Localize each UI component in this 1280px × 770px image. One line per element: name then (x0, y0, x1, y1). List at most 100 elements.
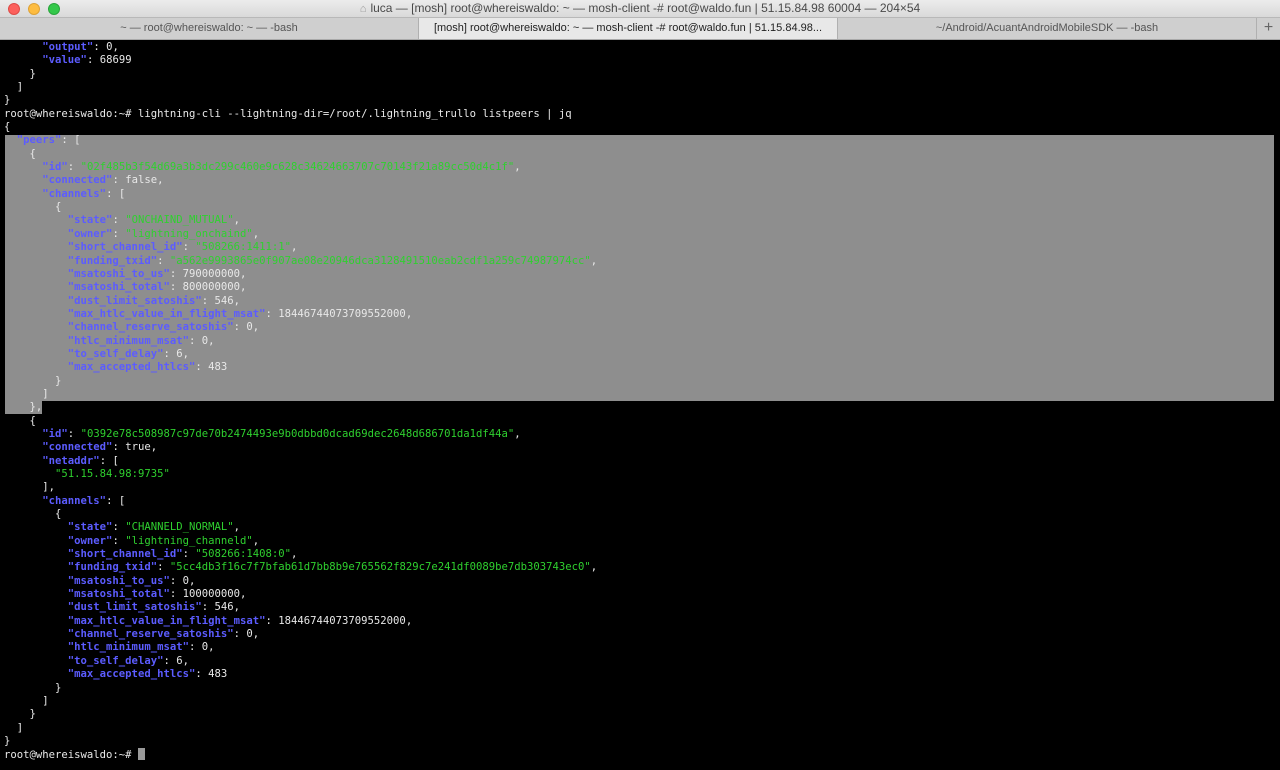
terminal-text: : (112, 534, 126, 547)
terminal-text: , (590, 561, 598, 574)
terminal-text: : 0, (188, 641, 215, 654)
terminal-line: "msatoshi_to_us": 0, (4, 575, 597, 588)
terminal-text: : 0, (188, 334, 215, 347)
terminal-line: { (4, 201, 597, 214)
terminal-text: : (67, 161, 81, 174)
json-key: "max_accepted_htlcs" (67, 361, 196, 374)
terminal-output[interactable]: "output": 0, "value": 68699 } ]} root@whe… (0, 40, 1280, 770)
terminal-line: "msatoshi_total": 100000000, (4, 588, 597, 601)
json-key: "channel_reserve_satoshis" (67, 321, 234, 334)
new-tab-button[interactable]: + (1257, 18, 1280, 39)
terminal-line: "short_channel_id": "508266:1411:1", (4, 241, 597, 254)
terminal-line: "to_self_delay": 6, (4, 655, 597, 668)
json-key: "to_self_delay" (67, 347, 164, 360)
json-string: "a562e9993865e0f907ae08e20946dca31284915… (169, 254, 591, 267)
terminal-line: } (4, 68, 597, 81)
json-key: "msatoshi_to_us" (67, 267, 170, 280)
terminal-line: } (4, 735, 597, 748)
terminal-line: "id": "0392e78c508987c97de70b2474493e9b0… (4, 428, 597, 441)
tab-bash-android-sdk[interactable]: ~/Android/AcuantAndroidMobileSDK — -bash (838, 18, 1257, 39)
json-key: "htlc_minimum_msat" (67, 641, 189, 654)
json-key: "channels" (42, 187, 107, 200)
json-key: "owner" (67, 227, 113, 240)
terminal-text: } (4, 67, 36, 80)
terminal-text: : [ (61, 134, 81, 147)
terminal-text: : [ (106, 494, 126, 507)
terminal-text: , (514, 161, 521, 174)
json-key: "connected" (42, 174, 113, 187)
json-string: "51.15.84.98:9735" (55, 468, 170, 480)
terminal-text: : 546, (201, 601, 240, 614)
terminal-line: "channel_reserve_satoshis": 0, (4, 628, 597, 641)
terminal-text: : [ (99, 454, 119, 467)
terminal-line: root@whereiswaldo:~# (4, 748, 597, 761)
terminal-text: : [ (106, 187, 126, 200)
terminal-line: } (4, 708, 597, 721)
json-key: "short_channel_id" (67, 548, 183, 561)
terminal-text: : 0, (169, 574, 196, 587)
terminal-text: , (233, 214, 241, 227)
terminal-line: ] (4, 388, 597, 401)
terminal-line: "msatoshi_to_us": 790000000, (4, 268, 597, 281)
tab-bash-home[interactable]: ~ — root@whereiswaldo: ~ — -bash (0, 18, 419, 39)
json-key: "dust_limit_satoshis" (67, 601, 202, 614)
terminal-line: ] (4, 81, 597, 94)
terminal-lines: "output": 0, "value": 68699 } ]} root@whe… (4, 41, 597, 762)
json-key: "to_self_delay" (67, 654, 164, 667)
terminal-line: "htlc_minimum_msat": 0, (4, 335, 597, 348)
home-icon: ⌂ (359, 3, 367, 15)
json-key: "connected" (42, 441, 113, 454)
terminal-line: "peers": [ (4, 134, 597, 147)
terminal-text: ] (4, 694, 49, 707)
terminal-text: : (112, 521, 126, 534)
terminal-text: } (4, 734, 11, 747)
terminal-text: { (4, 147, 36, 160)
terminal-text: { (4, 201, 62, 214)
terminal-text: root@whereiswaldo:~# (4, 749, 138, 762)
terminal-text: } (4, 681, 62, 694)
json-string: "508266:1408:0" (195, 548, 292, 561)
terminal-line: "connected": false, (4, 174, 597, 187)
tab-mosh-session[interactable]: [mosh] root@whereiswaldo: ~ — mosh-clien… (419, 18, 838, 39)
terminal-text: : false, (112, 174, 164, 187)
terminal-line: "short_channel_id": "508266:1408:0", (4, 548, 597, 561)
terminal-text: : true, (112, 441, 158, 454)
terminal-text: }, (4, 401, 43, 414)
terminal-line: "owner": "lightning_channeld", (4, 535, 597, 548)
terminal-text: , (252, 534, 260, 547)
terminal-line: "to_self_delay": 6, (4, 348, 597, 361)
json-string: "ONCHAIND_MUTUAL" (125, 214, 234, 227)
terminal-text: } (4, 374, 62, 387)
terminal-text: : (182, 241, 196, 254)
terminal-line: "htlc_minimum_msat": 0, (4, 641, 597, 654)
json-string: "CHANNELD_NORMAL" (125, 521, 234, 534)
terminal-text: } (4, 708, 36, 721)
json-key: "netaddr" (42, 454, 100, 467)
json-key: "value" (42, 54, 87, 67)
json-key: "htlc_minimum_msat" (67, 334, 189, 347)
json-key: "id" (42, 161, 68, 174)
terminal-text: : 546, (201, 294, 240, 307)
json-key: "max_htlc_value_in_flight_msat" (67, 307, 266, 320)
window-title: ⌂ luca — [mosh] root@whereiswaldo: ~ — mo… (0, 1, 1280, 15)
terminal-line: "dust_limit_satoshis": 546, (4, 295, 597, 308)
title-bar[interactable]: ⌂ luca — [mosh] root@whereiswaldo: ~ — mo… (0, 0, 1280, 18)
terminal-line: { (4, 148, 597, 161)
terminal-line: "dust_limit_satoshis": 546, (4, 601, 597, 614)
